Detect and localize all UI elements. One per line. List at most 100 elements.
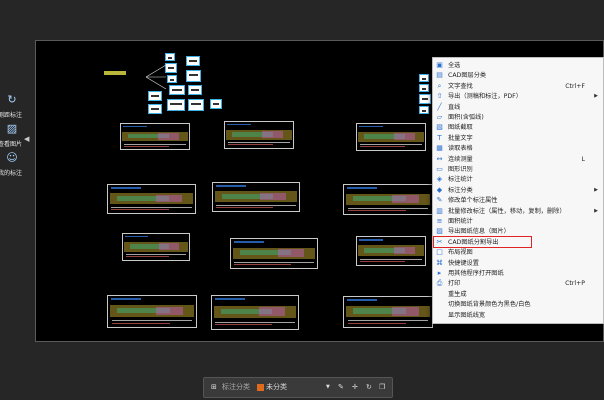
edit-icon[interactable]: ✎ <box>338 378 344 397</box>
drawing-sheet[interactable] <box>356 236 426 266</box>
drawing-thumbnail[interactable] <box>419 94 431 104</box>
drawing-thumbnail[interactable] <box>188 99 204 111</box>
menu-item[interactable]: ✎ 修改单个标注属性 <box>433 196 603 205</box>
print-icon: ⎙ <box>436 279 443 288</box>
move-icon[interactable]: ✛ <box>352 378 358 397</box>
drawing-sheet[interactable] <box>120 123 190 150</box>
menu-item[interactable]: ⌕ 文字查找 Ctrl+F <box>433 82 603 91</box>
menu-item[interactable]: ◆ 标注分类 ▶ <box>433 186 603 195</box>
drawing-thumbnail[interactable] <box>210 99 222 109</box>
left-toolbar: ↻ 测距标注 ▨ 查看图片 ☺ 我的标注 <box>0 93 24 180</box>
category-dropdown[interactable]: 未分类 <box>257 378 287 397</box>
layers-icon: ▤ <box>436 71 443 80</box>
menu-item[interactable]: ⇧ 导出（测稿和标注，PDF） ▶ <box>433 92 603 101</box>
menu-item-label: 用其他程序打开图纸 <box>448 270 504 277</box>
drawing-sheet[interactable] <box>122 233 190 261</box>
menu-item[interactable]: ⌘ 快捷键设置 <box>433 259 603 268</box>
menu-item[interactable]: ▤ CAD图层分类 <box>433 71 603 80</box>
menu-item[interactable]: ▧ 图纸截取 <box>433 123 603 132</box>
menu-item[interactable]: 重生成 <box>433 290 603 299</box>
drawing-thumbnail[interactable] <box>188 85 202 95</box>
context-menu: ▣ 全选 ▤ CAD图层分类 ⌕ 文字查找 Ctrl+F ⇧ 导出（测稿和标注，PDF） ▶ ╱ 直线… <box>432 57 604 324</box>
menu-item-label: 导出（测稿和标注，PDF） <box>448 93 522 101</box>
menu-item[interactable]: ▣ 全选 <box>433 61 603 70</box>
drawing-thumbnail[interactable] <box>186 56 200 66</box>
menu-item-label: 标注分类 <box>448 186 473 194</box>
category-color-swatch <box>257 383 264 391</box>
area-icon: ▱ <box>436 113 443 121</box>
menu-item[interactable]: □ 布局视图 <box>433 248 603 257</box>
menu-item-label: 全选 <box>448 62 461 69</box>
grid-icon[interactable]: ⊞ <box>211 378 217 397</box>
drawing-sheet[interactable] <box>212 182 300 212</box>
drawing-thumbnail[interactable] <box>419 106 429 114</box>
menu-item[interactable]: ▸ 用其他程序打开图纸 <box>433 269 603 278</box>
drawing-sheet[interactable] <box>211 295 299 330</box>
layout-icon: □ <box>436 248 443 257</box>
drawing-thumbnail[interactable] <box>148 104 162 114</box>
text-search-icon: ⌕ <box>437 81 442 90</box>
submenu-arrow-icon: ▶ <box>594 186 598 193</box>
view-image-tool[interactable]: ▨ 查看图片 <box>0 122 24 151</box>
menu-item[interactable]: ▥ 批量修改标注（属性，移动，复制，删除） ▶ <box>433 207 603 216</box>
menu-item-label: 图形识别 <box>448 166 473 173</box>
drawing-thumbnail[interactable] <box>186 70 201 82</box>
drawing-thumbnail[interactable] <box>167 75 177 83</box>
batch-icon: ▥ <box>436 206 443 215</box>
menu-item[interactable]: ▱ 面积(含弧线) <box>433 113 603 122</box>
select-all-icon: ▣ <box>436 61 443 69</box>
category-label: 标注分类 <box>222 383 250 391</box>
menu-item-label: 快捷键设置 <box>448 259 479 267</box>
tool-label: 查看图片 <box>0 141 22 148</box>
bottom-toolbar: ⊞ 标注分类 未分类 ▼ ✎ ✛ ↻ ❐ <box>203 377 393 398</box>
refresh-icon: ↻ <box>7 93 17 106</box>
drawing-sheet[interactable] <box>107 184 196 214</box>
table-icon: ▦ <box>436 144 443 153</box>
rotate-icon[interactable]: ↻ <box>366 378 372 397</box>
measure-annotation-tool[interactable]: ↻ 测距标注 <box>0 93 24 122</box>
drawing-sheet[interactable] <box>224 121 294 149</box>
submenu-arrow-icon: ▶ <box>594 93 598 100</box>
drawing-sheet[interactable] <box>230 238 318 269</box>
menu-item-label: 面积统计 <box>448 218 473 225</box>
menu-item[interactable]: ▦ 读取表格 <box>433 144 603 153</box>
menu-item-label: 打印 <box>448 280 461 288</box>
menu-item-label: 批量修改标注（属性，移动，复制，删除） <box>448 207 566 215</box>
line-icon: ╱ <box>437 102 442 111</box>
menu-item[interactable]: 切换图纸背景颜色为黑色/白色 <box>433 300 603 309</box>
drawing-sheet[interactable] <box>343 296 433 328</box>
menu-item-label: 重生成 <box>448 290 467 298</box>
drawing-sheet[interactable] <box>343 184 433 215</box>
export-icon: ⇧ <box>436 92 443 101</box>
drawing-thumbnail[interactable] <box>167 99 185 111</box>
menu-item-label: 文字查找 <box>448 82 473 90</box>
collapse-arrow-icon[interactable]: ◀ <box>24 135 29 143</box>
menu-item-label: 连续测量 <box>448 155 473 163</box>
copy-icon[interactable]: ❐ <box>379 378 385 397</box>
menu-item[interactable]: ◈ 标注统计 <box>433 175 603 184</box>
menu-item[interactable]: T 批量文字 <box>433 134 603 143</box>
menu-item[interactable]: ≡ 面积统计 <box>433 217 603 226</box>
open-icon: ▸ <box>437 269 442 277</box>
drawing-thumbnail[interactable] <box>419 74 429 82</box>
menu-item-label: 批量文字 <box>448 134 473 142</box>
menu-item[interactable]: ↔ 连续测量 L <box>433 155 603 164</box>
chevron-down-icon[interactable]: ▼ <box>326 378 330 397</box>
menu-item-label: 显示图纸线宽 <box>448 311 486 319</box>
edit-icon: ✎ <box>436 196 443 205</box>
page-mark-icon: ▧ <box>436 123 443 132</box>
menu-item[interactable]: ▭ 图形识别 <box>433 165 603 174</box>
submenu-arrow-icon: ▶ <box>594 207 598 214</box>
drawing-thumbnail[interactable] <box>419 84 429 92</box>
drawing-sheet[interactable] <box>356 123 426 151</box>
drawing-sheet[interactable] <box>107 295 197 328</box>
my-annotation-tool[interactable]: ☺ 我的标注 <box>0 151 24 180</box>
menu-item-label: CAD图层分类 <box>448 72 487 80</box>
menu-item[interactable]: ⎙ 打印 Ctrl+P <box>433 279 603 288</box>
menu-item[interactable]: 显示图纸线宽 <box>433 311 603 320</box>
menu-item-shortcut: L <box>581 155 585 163</box>
menu-item[interactable]: ╱ 直线 <box>433 103 603 112</box>
menu-item-label: 标注统计 <box>448 176 473 184</box>
drawing-thumbnail[interactable] <box>169 85 185 95</box>
tool-label: 测距标注 <box>0 112 22 119</box>
